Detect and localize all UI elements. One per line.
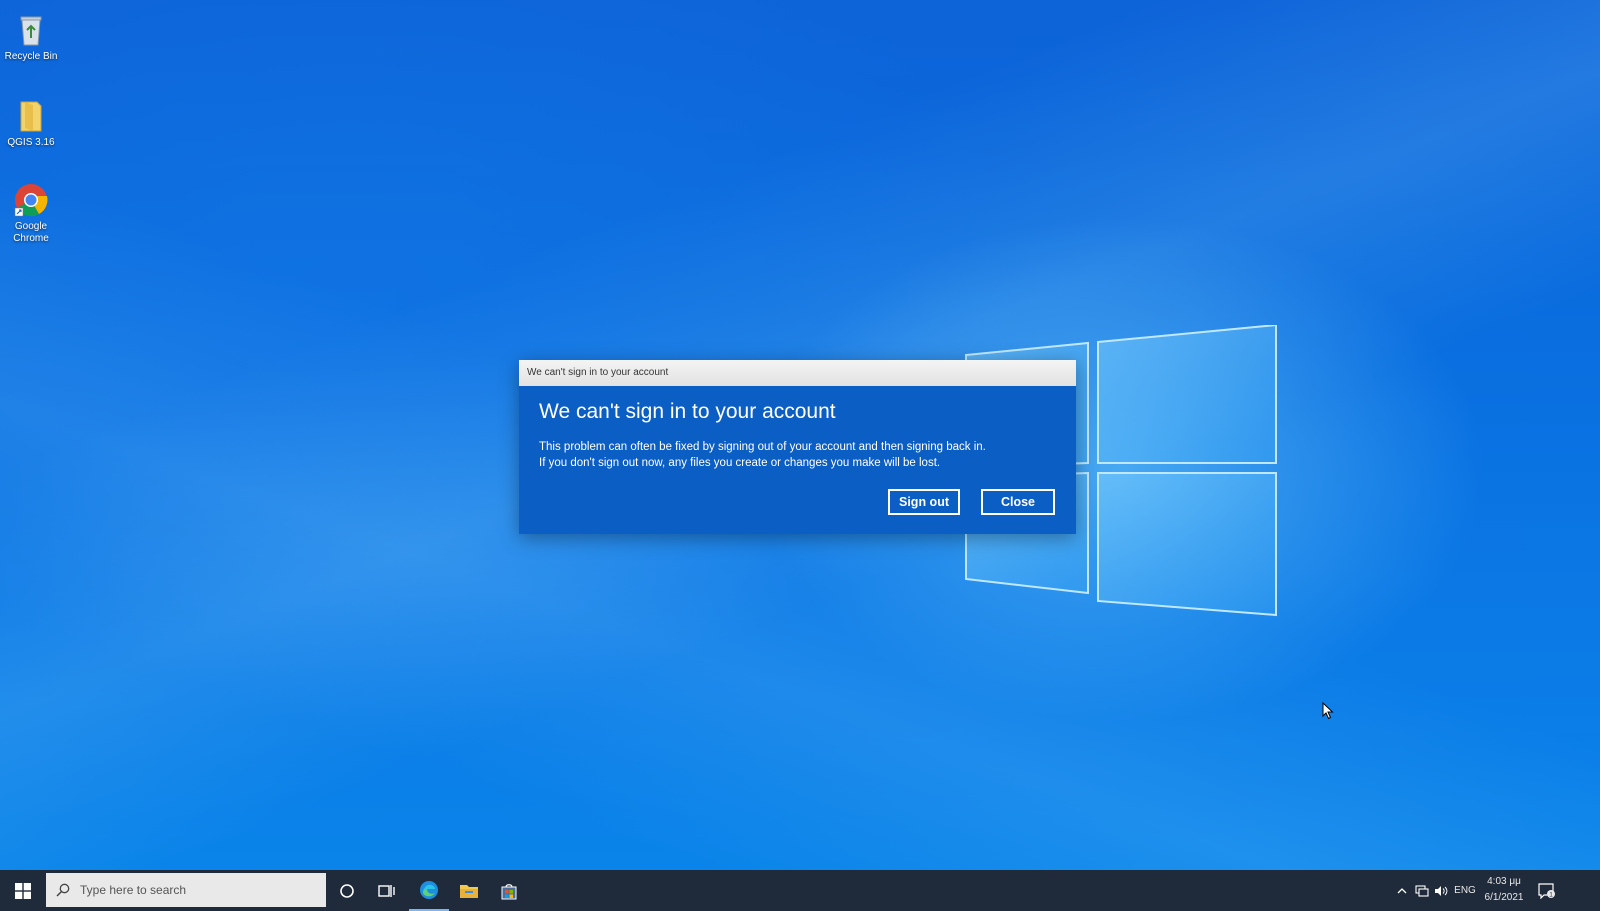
edge-taskbar-button[interactable] bbox=[409, 870, 449, 911]
notification-count: 1 bbox=[1549, 891, 1553, 898]
edge-icon bbox=[420, 880, 438, 899]
task-view-button[interactable] bbox=[367, 870, 407, 911]
desktop-icon-recycle-bin[interactable]: Recycle Bin bbox=[2, 12, 60, 63]
desktop-icon-qgis[interactable]: QGIS 3.16 bbox=[2, 98, 60, 149]
action-center-button[interactable]: 1 bbox=[1534, 870, 1560, 911]
folder-icon bbox=[20, 101, 42, 132]
search-icon bbox=[56, 883, 70, 897]
taskbar-clock[interactable]: 4:03 μμ 6/1/2021 bbox=[1480, 874, 1528, 906]
store-button[interactable] bbox=[489, 870, 529, 911]
file-explorer-button[interactable] bbox=[449, 870, 489, 911]
taskbar: ENG 4:03 μμ 6/1/2021 1 bbox=[0, 870, 1600, 911]
language-indicator[interactable]: ENG bbox=[1452, 870, 1478, 911]
dialog-message-line-1: This problem can often be fixed by signi… bbox=[539, 441, 986, 453]
sign-in-error-dialog: We can't sign in to your account We can'… bbox=[519, 360, 1076, 534]
notification-icon: 1 bbox=[1538, 882, 1555, 899]
dialog-heading: We can't sign in to your account bbox=[539, 400, 836, 423]
desktop-icon-google-chrome[interactable]: Google Chrome bbox=[2, 182, 60, 245]
show-hidden-icons-button[interactable] bbox=[1392, 870, 1412, 911]
chevron-up-icon bbox=[1397, 887, 1407, 893]
windows-start-icon bbox=[15, 882, 31, 899]
task-view-icon bbox=[378, 884, 395, 897]
dialog-message-line-2: If you don't sign out now, any files you… bbox=[539, 457, 941, 469]
file-explorer-icon bbox=[460, 884, 478, 898]
desktop-icon-label: Google Chrome bbox=[13, 221, 49, 244]
mouse-cursor-icon bbox=[1322, 702, 1334, 720]
cortana-icon bbox=[340, 883, 354, 898]
close-button[interactable]: Close bbox=[981, 489, 1055, 515]
store-icon bbox=[501, 883, 517, 899]
sign-out-button[interactable]: Sign out bbox=[888, 489, 960, 515]
clock-date: 6/1/2021 bbox=[1484, 892, 1524, 903]
network-icon bbox=[1415, 884, 1429, 897]
taskbar-search-box[interactable] bbox=[46, 873, 326, 907]
network-tray-button[interactable] bbox=[1413, 870, 1431, 911]
speaker-icon bbox=[1435, 885, 1448, 896]
search-input[interactable] bbox=[78, 882, 302, 898]
desktop: Recycle Bin QGIS 3.16 Google Chrome We c… bbox=[0, 0, 1600, 911]
desktop-icon-label: QGIS 3.16 bbox=[7, 137, 55, 148]
volume-tray-button[interactable] bbox=[1432, 870, 1450, 911]
cortana-button[interactable] bbox=[327, 870, 367, 911]
dialog-titlebar[interactable]: We can't sign in to your account bbox=[519, 360, 1076, 386]
clock-time: 4:03 μμ bbox=[1487, 876, 1521, 887]
dialog-message: This problem can often be fixed by signi… bbox=[539, 439, 986, 471]
start-button[interactable] bbox=[0, 870, 46, 911]
desktop-icon-label: Recycle Bin bbox=[4, 51, 58, 62]
recycle-bin-icon bbox=[20, 16, 42, 46]
chrome-icon bbox=[14, 184, 48, 217]
